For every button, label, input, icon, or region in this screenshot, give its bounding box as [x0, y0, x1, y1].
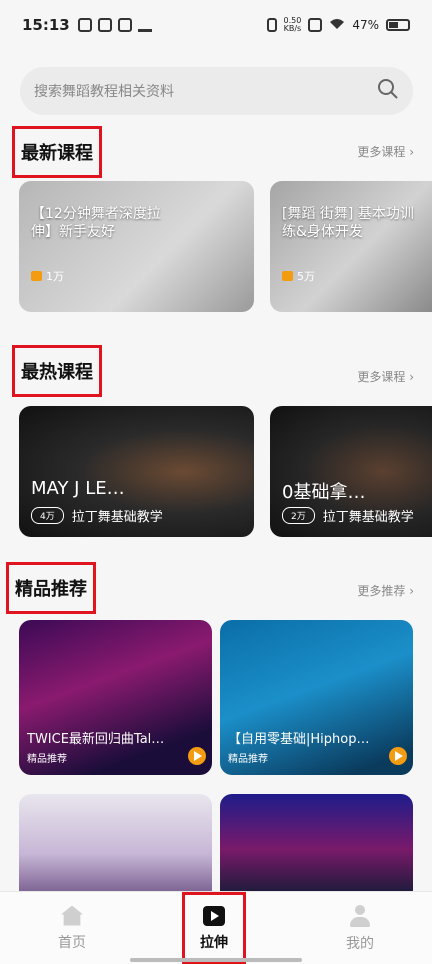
status-right: 0.50 KB/s 47%: [266, 17, 410, 33]
notification-icon: [97, 18, 112, 32]
status-time: 15:13: [22, 16, 70, 34]
recommend-card-partial[interactable]: [19, 794, 212, 894]
hot-course-card[interactable]: MAY J LE… 4万 拉丁舞基础教学: [19, 406, 254, 537]
home-indicator: [130, 958, 302, 962]
battery-icon: [386, 19, 410, 31]
notification-icon: [77, 18, 92, 32]
vibrate-icon: [266, 18, 277, 32]
status-bar: 15:13 0.50 KB/s 47%: [0, 0, 432, 50]
view-count-value: 5万: [297, 270, 315, 283]
course-subtitle: 拉丁舞基础教学: [322, 510, 414, 525]
home-icon: [61, 905, 83, 926]
wifi-icon: [329, 18, 345, 33]
course-card[interactable]: [舞蹈 街舞] 基本功训练&身体开发 5万: [270, 181, 432, 312]
course-title: 【12分钟舞者深度拉伸】新手友好: [31, 206, 161, 240]
play-icon: [203, 905, 225, 926]
view-count-value: 1万: [46, 270, 64, 283]
tab-home[interactable]: 首页: [22, 892, 122, 964]
view-count: 1万: [31, 268, 64, 284]
more-courses-link[interactable]: 更多课程 ›: [357, 368, 414, 385]
more-recommend-link[interactable]: 更多推荐 ›: [357, 582, 414, 599]
bottom-tab-bar: 首页 拉伸 我的: [0, 891, 432, 964]
recommend-card[interactable]: 【自用零基础|Hiphop… 精品推荐: [220, 620, 413, 775]
video-icon: [31, 271, 42, 281]
video-icon: [282, 271, 293, 281]
more-courses-link[interactable]: 更多课程 ›: [357, 143, 414, 160]
notification-icons: [77, 18, 152, 32]
search-input[interactable]: 搜索舞蹈教程相关资料: [34, 81, 377, 101]
recommend-card-partial[interactable]: [220, 794, 413, 894]
recommend-tag: 精品推荐: [27, 754, 67, 765]
tab-stretch[interactable]: 拉伸: [182, 892, 246, 964]
user-icon: [350, 904, 370, 927]
course-title: MAY J LE…: [31, 478, 125, 499]
course-subtitle: 拉丁舞基础教学: [71, 510, 163, 525]
course-meta: 4万 拉丁舞基础教学: [31, 506, 163, 525]
battery-percent: 47%: [352, 18, 379, 32]
tab-label: 首页: [58, 934, 86, 951]
search-icon[interactable]: [377, 78, 399, 104]
recommend-tag: 精品推荐: [228, 754, 268, 765]
recommend-title: 【自用零基础|Hiphop…: [228, 732, 370, 747]
play-icon[interactable]: [389, 747, 407, 765]
search-bar[interactable]: 搜索舞蹈教程相关资料: [20, 67, 413, 115]
recommend-card[interactable]: TWICE最新回归曲Tal… 精品推荐: [19, 620, 212, 775]
tab-label: 我的: [346, 935, 374, 952]
section-title-latest: 最新课程: [12, 126, 102, 178]
tab-profile[interactable]: 我的: [310, 892, 410, 964]
play-icon[interactable]: [188, 747, 206, 765]
notification-icon: [117, 18, 132, 32]
notification-icon: [137, 18, 152, 32]
section-title-hot: 最热课程: [12, 345, 102, 397]
hot-course-card[interactable]: 0基础拿… 2万 拉丁舞基础教学: [270, 406, 432, 537]
sim-icon: [308, 18, 323, 32]
view-count-badge: 4万: [31, 507, 64, 524]
view-count-badge: 2万: [282, 507, 315, 524]
network-speed: 0.50 KB/s: [284, 17, 302, 33]
course-card[interactable]: 【12分钟舞者深度拉伸】新手友好 1万: [19, 181, 254, 312]
tab-highlight: [182, 892, 246, 964]
network-speed-unit: KB/s: [283, 24, 302, 33]
view-count: 5万: [282, 268, 315, 284]
course-title: [舞蹈 街舞] 基本功训练&身体开发: [282, 206, 414, 240]
recommend-title: TWICE最新回归曲Tal…: [27, 732, 165, 747]
course-title: 0基础拿…: [282, 482, 366, 503]
section-title-recommend: 精品推荐: [6, 562, 96, 614]
course-meta: 2万 拉丁舞基础教学: [282, 506, 414, 525]
